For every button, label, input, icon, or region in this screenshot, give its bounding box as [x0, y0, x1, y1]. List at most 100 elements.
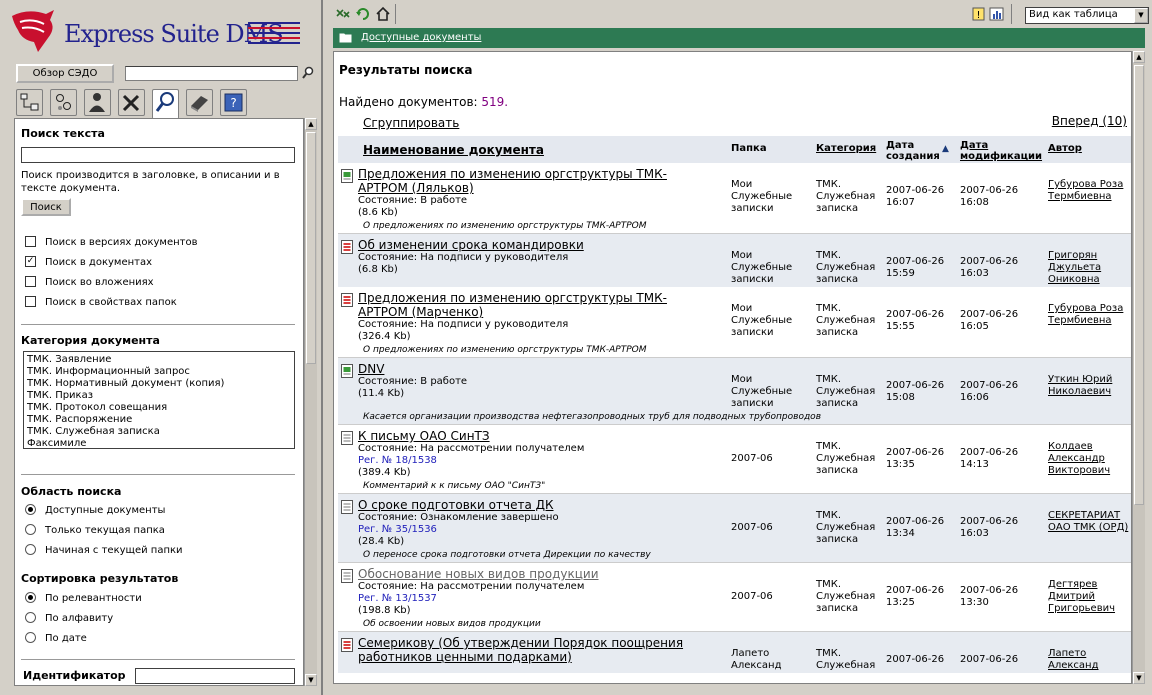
identifier-label: Идентификатор	[23, 669, 126, 682]
category-option[interactable]: ТМК. Распоряжение	[27, 414, 291, 426]
results-scrollbar[interactable]: ▲ ▼	[1132, 51, 1145, 684]
category-option[interactable]: ТМК. Приказ	[27, 390, 291, 402]
category-option[interactable]: ТМК. Заявление	[27, 354, 291, 366]
chevron-down-icon[interactable]: ▼	[1134, 8, 1148, 23]
col-category-header[interactable]: Категория	[813, 136, 883, 163]
category-option[interactable]: ТМК. Информационный запрос	[27, 366, 291, 378]
modified-cell: 2007-06-26 14:13	[957, 424, 1045, 480]
category-cell: ТМК. Служебная записка	[813, 163, 883, 220]
col-modified-header[interactable]: Дата модификации	[957, 136, 1045, 163]
author-link[interactable]: Уткин Юрий Николаевич	[1045, 357, 1131, 411]
scroll-up-arrow[interactable]: ▲	[305, 118, 317, 130]
link-icon[interactable]	[335, 6, 351, 25]
users-icon[interactable]	[84, 89, 111, 116]
author-link[interactable]: Дегтярев Дмитрий Григорьевич	[1045, 562, 1131, 618]
col-author-header[interactable]: Автор	[1045, 136, 1131, 163]
sort-alpha-radio[interactable]	[25, 612, 36, 623]
scroll-down-arrow[interactable]: ▼	[305, 674, 317, 686]
category-listbox[interactable]: ТМК. Заявление ТМК. Информационный запро…	[23, 351, 295, 449]
table-row[interactable]: Предложения по изменению оргструктуры ТМ…	[338, 287, 1131, 344]
category-option[interactable]: ТМК. Служебная записка	[27, 426, 291, 438]
next-page-link[interactable]: Вперед (10)	[1052, 114, 1127, 128]
created-cell: 2007-06-26 15:55	[883, 287, 957, 344]
scroll-thumb[interactable]	[1134, 65, 1144, 505]
refresh-icon[interactable]	[355, 6, 371, 25]
doc-info: Обоснование новых видов продукции Состоян…	[358, 567, 708, 617]
scroll-up-arrow[interactable]: ▲	[1133, 51, 1145, 63]
search-tab-icon[interactable]	[152, 89, 179, 119]
doc-title-link[interactable]: Предложения по изменению оргструктуры ТМ…	[358, 167, 708, 195]
doc-name-cell: О сроке подготовки отчета ДК Состояние: О…	[338, 493, 728, 549]
col-created-header[interactable]: Дата создания▲	[883, 136, 957, 163]
left-scrollbar[interactable]: ▲ ▼	[304, 118, 317, 686]
quick-search-input[interactable]	[125, 66, 298, 81]
help-icon[interactable]: ?	[220, 89, 247, 116]
table-row[interactable]: Предложения по изменению оргструктуры ТМ…	[338, 163, 1131, 220]
doc-title-link[interactable]: О сроке подготовки отчета ДК	[358, 498, 708, 512]
identifier-input[interactable]	[135, 668, 295, 684]
text-search-input[interactable]	[21, 147, 295, 163]
search-documents-checkbox[interactable]: ✓	[25, 256, 36, 267]
report-chart-icon[interactable]	[989, 6, 1005, 25]
scroll-thumb[interactable]	[306, 132, 316, 364]
home-icon[interactable]	[375, 6, 391, 25]
doc-title-link[interactable]: Семерикову (Об утверждении Порядок поощр…	[358, 636, 708, 664]
workflow-icon[interactable]	[50, 89, 77, 116]
tools-icon[interactable]	[118, 89, 145, 116]
table-row[interactable]: Семерикову (Об утверждении Порядок поощр…	[338, 631, 1131, 673]
modified-cell: 2007-06-26 16:06	[957, 357, 1045, 411]
category-option[interactable]: ТМК. Протокол совещания	[27, 402, 291, 414]
table-row[interactable]: DNV Состояние: В работе (11.4 Kb) Мои Служе…	[338, 357, 1131, 411]
category-option[interactable]: Факсимиле	[27, 438, 291, 448]
search-attachments-checkbox[interactable]	[25, 276, 36, 287]
table-row[interactable]: Об изменении срока командировки Состояние…	[338, 233, 1131, 287]
search-icon[interactable]	[302, 66, 314, 83]
table-row[interactable]: Обоснование новых видов продукции Состоян…	[338, 562, 1131, 618]
scope-available-radio[interactable]	[25, 504, 36, 515]
author-link[interactable]: Лапето Александ	[1045, 631, 1131, 673]
search-panel: Поиск текста Поиск производится в заголо…	[14, 118, 304, 686]
search-versions-checkbox[interactable]	[25, 236, 36, 247]
doc-info: Предложения по изменению оргструктуры ТМ…	[358, 291, 708, 343]
author-link[interactable]: Губурова Роза Термбиевна	[1045, 163, 1131, 220]
breadcrumb-link[interactable]: Доступные документы	[361, 32, 481, 43]
scope-current-radio[interactable]	[25, 524, 36, 535]
note-warning-icon[interactable]: !	[971, 6, 987, 25]
sort-relevance-radio[interactable]	[25, 592, 36, 603]
category-option[interactable]: ТМК. Нормативный документ (копия)	[27, 378, 291, 390]
search-attachments-label: Поиск во вложениях	[45, 277, 154, 288]
doc-title-link[interactable]: К письму ОАО СинТЗ	[358, 429, 708, 443]
doc-title-link[interactable]: Обоснование новых видов продукции	[358, 567, 708, 581]
scroll-down-arrow[interactable]: ▼	[1133, 672, 1145, 684]
author-link[interactable]: Григорян Джульета Ониковна	[1045, 233, 1131, 287]
browse-sedo-button[interactable]: Обзор СЭДО	[16, 64, 114, 83]
sort-date-radio[interactable]	[25, 632, 36, 643]
search-folder-props-checkbox[interactable]	[25, 296, 36, 307]
created-cell: 2007-06-26 15:08	[883, 357, 957, 411]
results-content: Результаты поиска Найдено документов: 51…	[333, 51, 1132, 684]
book-icon[interactable]	[186, 89, 213, 116]
author-link[interactable]: Губурова Роза Термбиевна	[1045, 287, 1131, 344]
author-link[interactable]: Колдаев Александр Викторович	[1045, 424, 1131, 480]
table-row[interactable]: О сроке подготовки отчета ДК Состояние: О…	[338, 493, 1131, 549]
doc-title-link[interactable]: DNV	[358, 362, 708, 376]
doc-title-link[interactable]: Предложения по изменению оргструктуры ТМ…	[358, 291, 708, 319]
doc-reg-number: Рег. № 35/1536	[358, 524, 437, 535]
search-button[interactable]: Поиск	[21, 198, 71, 216]
doc-description: Об освоении новых видов продукции	[338, 618, 1131, 632]
scope-from-current-radio[interactable]	[25, 544, 36, 555]
author-link[interactable]: СЕКРЕТАРИАТ ОАО ТМК (ОРД)	[1045, 493, 1131, 549]
created-cell: 2007-06-26 16:07	[883, 163, 957, 220]
found-label: Найдено документов:	[339, 95, 478, 109]
doc-title-link[interactable]: Об изменении срока командировки	[358, 238, 708, 252]
group-link[interactable]: Сгруппировать	[363, 116, 459, 130]
tree-view-icon[interactable]	[16, 89, 43, 116]
doc-name-cell: Обоснование новых видов продукции Состоян…	[338, 562, 728, 618]
col-name-header[interactable]: Наименование документа	[338, 136, 728, 163]
view-mode-select[interactable]: Вид как таблица ▼	[1025, 7, 1149, 24]
logo-stripes	[248, 22, 300, 47]
doc-size: (11.4 Kb)	[358, 388, 405, 399]
document-icon	[341, 240, 354, 254]
table-row[interactable]: К письму ОАО СинТЗ Состояние: На рассмотр…	[338, 424, 1131, 480]
document-icon	[341, 569, 354, 583]
